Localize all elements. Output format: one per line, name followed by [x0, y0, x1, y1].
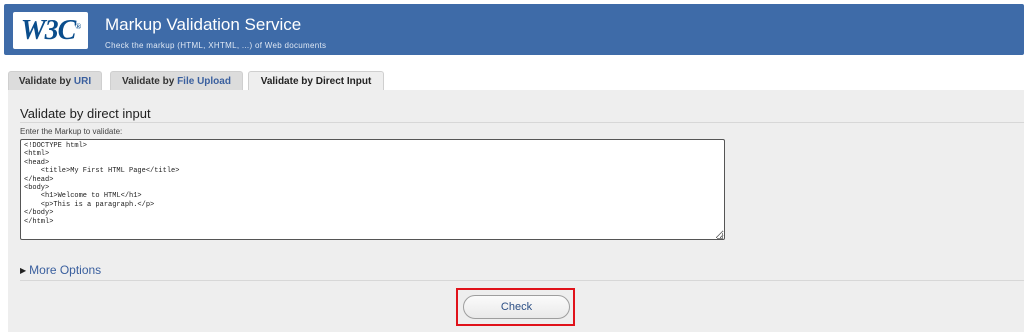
triangle-right-icon: ▶ — [20, 266, 27, 275]
markup-textarea[interactable]: <!DOCTYPE html> <html> <head> <title>My … — [20, 139, 725, 240]
tab-prefix: Validate by — [122, 76, 178, 87]
tab-keyword: URI — [73, 76, 92, 87]
divider — [20, 122, 1024, 123]
header-banner: W3C® Markup Validation Service Check the… — [4, 4, 1024, 55]
check-button[interactable]: Check — [463, 295, 570, 319]
direct-input-panel: Validate by direct input Enter the Marku… — [8, 90, 1024, 332]
more-options-label: More Options — [29, 263, 102, 277]
page-subtitle: Check the markup (HTML, XHTML, ...) of W… — [105, 41, 327, 50]
tab-keyword: Direct Input — [315, 76, 372, 87]
tab-keyword: File Upload — [177, 76, 231, 87]
tab-validate-by-file-upload[interactable]: Validate by File Upload — [110, 71, 243, 90]
highlight-box: Check — [456, 288, 575, 326]
w3c-logo[interactable]: W3C® — [13, 12, 88, 49]
textarea-resize-handle[interactable] — [717, 233, 723, 239]
logo-registered: ® — [75, 22, 81, 31]
page-title: Markup Validation Service — [105, 15, 302, 34]
tab-validate-by-uri[interactable]: Validate by URI — [8, 71, 102, 90]
panel-title: Validate by direct input — [20, 106, 151, 121]
logo-text: W3C — [20, 15, 77, 46]
tab-prefix: Validate by — [18, 76, 74, 87]
tab-validate-by-direct-input[interactable]: Validate by Direct Input — [248, 71, 384, 91]
markup-field-label: Enter the Markup to validate: — [20, 127, 123, 136]
tab-prefix: Validate by — [260, 76, 316, 87]
divider — [20, 280, 1024, 281]
more-options-toggle[interactable]: ▶ More Options — [20, 263, 101, 277]
